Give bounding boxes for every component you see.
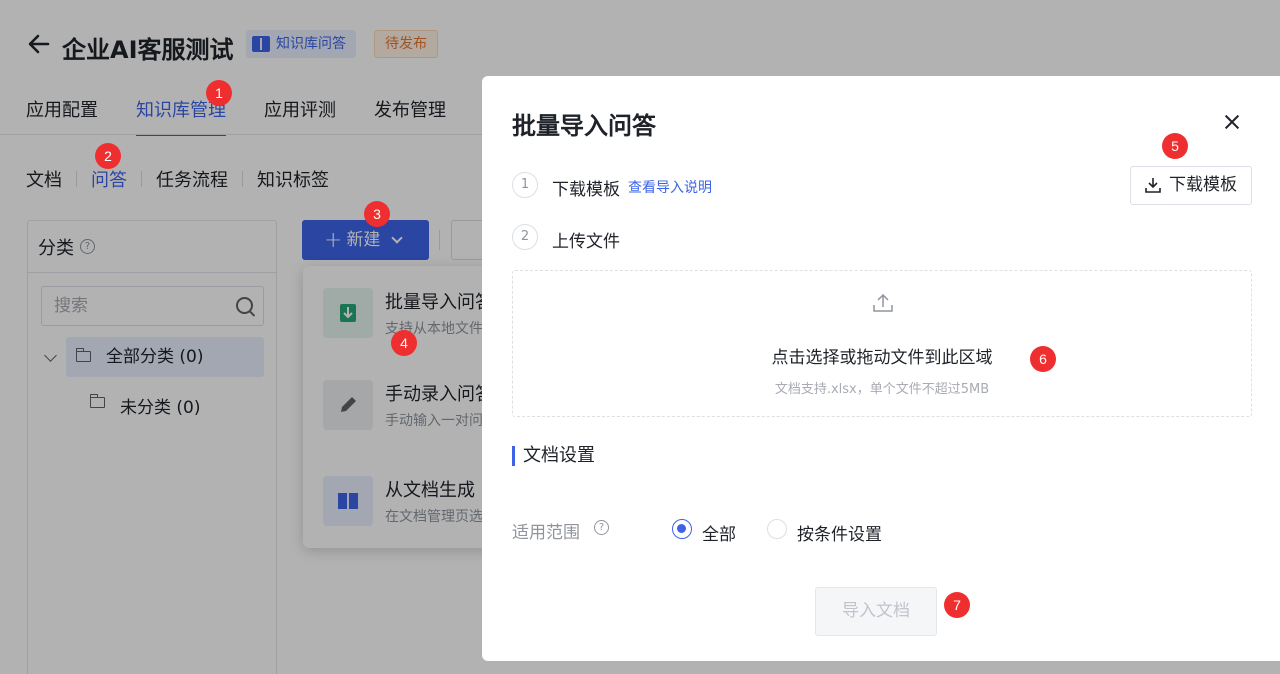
annotation-marker: 6	[1030, 346, 1056, 372]
download-template-button[interactable]: 下载模板	[1130, 166, 1252, 205]
annotation-marker: 5	[1162, 133, 1188, 159]
batch-import-dialog: 批量导入问答 1 下载模板 查看导入说明 下载模板 2 上传文件 点击选择或拖动…	[482, 76, 1280, 661]
annotation-marker: 2	[95, 143, 121, 169]
step-number: 1	[512, 172, 538, 198]
download-button-label: 下载模板	[1169, 175, 1237, 195]
step-upload-file: 上传文件	[552, 232, 620, 252]
annotation-marker: 7	[944, 592, 970, 618]
radio-conditional[interactable]	[767, 519, 787, 539]
annotation-marker: 3	[364, 201, 390, 227]
upload-icon	[873, 293, 893, 312]
radio-conditional-label[interactable]: 按条件设置	[797, 520, 882, 545]
radio-all[interactable]	[672, 519, 692, 539]
import-instructions-link[interactable]: 查看导入说明	[628, 177, 712, 197]
step-number: 2	[512, 224, 538, 250]
file-upload-dropzone[interactable]: 点击选择或拖动文件到此区域 文档支持.xlsx，单个文件不超过5MB	[512, 270, 1252, 417]
upload-title: 点击选择或拖动文件到此区域	[771, 348, 993, 368]
radio-all-label[interactable]: 全部	[702, 520, 736, 545]
scope-label: 适用范围	[512, 523, 580, 543]
download-icon	[1145, 178, 1161, 193]
import-document-button[interactable]: 导入文档	[815, 587, 937, 636]
annotation-marker: 4	[391, 330, 417, 356]
close-icon[interactable]	[1222, 112, 1242, 132]
annotation-marker: 1	[206, 80, 232, 106]
upload-hint: 文档支持.xlsx，单个文件不超过5MB	[774, 382, 990, 397]
section-title: 文档设置	[512, 446, 595, 466]
dialog-title: 批量导入问答	[512, 112, 656, 140]
help-icon[interactable]: ?	[594, 520, 609, 535]
step-download-template: 下载模板	[552, 180, 620, 200]
